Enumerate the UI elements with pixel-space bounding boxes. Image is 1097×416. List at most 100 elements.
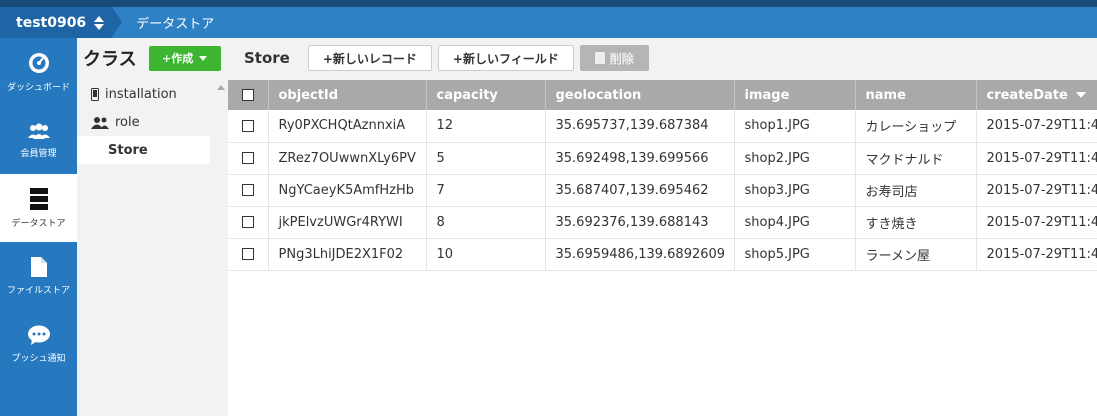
column-header[interactable]: image [734,80,856,110]
users-icon [91,116,109,129]
cell-createdate[interactable]: 2015-07-29T11:4 [976,110,1097,143]
cell-createdate[interactable]: 2015-07-29T11:4 [976,206,1097,239]
cell-objectid[interactable]: NgYCaeyK5AmfHzHb [268,174,427,207]
chat-icon [27,325,50,345]
cell-capacity[interactable]: 7 [426,174,546,207]
nav-label: ダッシュボード [6,82,70,93]
cell-image[interactable]: shop5.JPG [734,238,856,271]
app-name: test0906 [16,14,87,31]
cell-objectid[interactable]: Ry0PXCHQtAznnxiA [268,110,427,143]
table-row[interactable]: NgYCaeyK5AmfHzHb 7 35.687407,139.695462 … [228,174,1097,207]
class-panel-title: クラス [83,49,137,70]
nav-item-push[interactable]: プッシュ通知 [0,310,77,378]
data-table: objectId capacity geolocation image name… [228,80,1097,271]
class-list: installation role Store [77,80,210,164]
delete-button-label: 削除 [609,51,634,66]
class-panel-header: クラス +作成 [77,38,228,78]
sort-desc-icon [1075,92,1086,98]
column-header-sorted[interactable]: createDate [976,80,1097,110]
delete-button[interactable]: 削除 [579,45,649,71]
class-item-label: role [115,114,140,130]
cell-geolocation[interactable]: 35.6959486,139.6892609 [545,238,735,271]
table-row[interactable]: ZRez7OUwwnXLy6PV 5 35.692498,139.699566 … [228,142,1097,175]
cell-createdate[interactable]: 2015-07-29T11:4 [976,142,1097,175]
column-header[interactable]: name [855,80,977,110]
create-button[interactable]: +作成 [148,45,221,71]
main-panel: Store +新しいレコード +新しいフィールド 削除 objectId cap… [228,38,1097,416]
checkbox[interactable] [241,89,254,101]
cell-image[interactable]: shop1.JPG [734,110,856,143]
class-item-role[interactable]: role [77,108,210,136]
cell-objectid[interactable]: ZRez7OUwwnXLy6PV [268,142,427,175]
side-nav: ダッシュボード 会員管理 データストア ファイルストア プッシュ通知 [0,38,77,416]
create-button-label: +作成 [162,52,194,65]
nav-label: ファイルストア [6,285,70,296]
cell-geolocation[interactable]: 35.695737,139.687384 [545,110,735,143]
cell-image[interactable]: shop2.JPG [734,142,856,175]
scroll-up-icon[interactable] [217,85,225,90]
checkbox[interactable] [241,216,254,228]
cell-name[interactable]: カレーショップ [855,110,977,143]
row-checkbox-cell[interactable] [228,142,269,175]
cell-capacity[interactable]: 5 [426,142,546,175]
app-switcher[interactable]: test0906 [0,7,123,38]
cell-image[interactable]: shop3.JPG [734,174,856,207]
cell-name[interactable]: すき焼き [855,206,977,239]
column-header[interactable]: capacity [426,80,546,110]
cell-geolocation[interactable]: 35.692376,139.688143 [545,206,735,239]
nav-label: プッシュ通知 [11,353,66,364]
checkbox[interactable] [241,119,254,132]
nav-item-dashboard[interactable]: ダッシュボード [0,38,77,106]
nav-item-members[interactable]: 会員管理 [0,106,77,174]
class-item-installation[interactable]: installation [77,80,210,108]
row-checkbox-cell[interactable] [228,206,269,239]
table-row[interactable]: PNg3LhiJDE2X1F02 10 35.6959486,139.68926… [228,238,1097,271]
cell-image[interactable]: shop4.JPG [734,206,856,239]
updown-icon [94,15,105,30]
checkbox[interactable] [241,184,254,196]
nav-item-datastore[interactable]: データストア [0,174,77,242]
cell-name[interactable]: マクドナルド [855,142,977,175]
cell-createdate[interactable]: 2015-07-29T11:4 [976,174,1097,207]
breadcrumb: データストア [136,17,215,32]
new-field-button[interactable]: +新しいフィールド [437,45,574,71]
row-checkbox-cell[interactable] [228,174,269,207]
class-panel: クラス +作成 installation role Store [77,38,228,416]
caret-down-icon [199,55,208,61]
class-item-label: Store [108,142,148,158]
cell-capacity[interactable]: 8 [426,206,546,239]
table-row[interactable]: jkPElvzUWGr4RYWI 8 35.692376,139.688143 … [228,206,1097,239]
column-header[interactable]: geolocation [545,80,735,110]
cell-geolocation[interactable]: 35.687407,139.695462 [545,174,735,207]
mobile-icon [91,87,99,101]
row-checkbox-cell[interactable] [228,238,269,271]
cell-objectid[interactable]: PNg3LhiJDE2X1F02 [268,238,427,271]
select-all-checkbox[interactable] [228,80,269,110]
cell-name[interactable]: お寿司店 [855,174,977,207]
nav-label: 会員管理 [20,148,57,159]
column-header-label: createDate [986,87,1068,103]
checkbox[interactable] [241,152,254,164]
cell-capacity[interactable]: 10 [426,238,546,271]
cell-geolocation[interactable]: 35.692498,139.699566 [545,142,735,175]
table-header-row: objectId capacity geolocation image name… [228,80,1097,110]
new-record-button[interactable]: +新しいレコード [307,45,432,71]
nav-label: データストア [11,218,66,229]
cell-capacity[interactable]: 12 [426,110,546,143]
cell-objectid[interactable]: jkPElvzUWGr4RYWI [268,206,427,239]
top-bar: test0906 データストア [0,7,1097,38]
toolbar: Store +新しいレコード +新しいフィールド 削除 [228,38,1097,78]
file-icon [30,256,47,277]
column-header[interactable]: objectId [268,80,427,110]
class-item-label: installation [105,86,177,102]
cell-name[interactable]: ラーメン屋 [855,238,977,271]
row-checkbox-cell[interactable] [228,110,269,143]
table-row[interactable]: Ry0PXCHQtAznnxiA 12 35.695737,139.687384… [228,110,1097,143]
class-item-store[interactable]: Store [77,136,210,164]
top-strip [0,0,1097,7]
data-grid: objectId capacity geolocation image name… [228,80,1097,416]
nav-item-filestore[interactable]: ファイルストア [0,242,77,310]
cell-createdate[interactable]: 2015-07-29T11:4 [976,238,1097,271]
checkbox[interactable] [241,248,254,260]
trash-icon [594,52,605,64]
